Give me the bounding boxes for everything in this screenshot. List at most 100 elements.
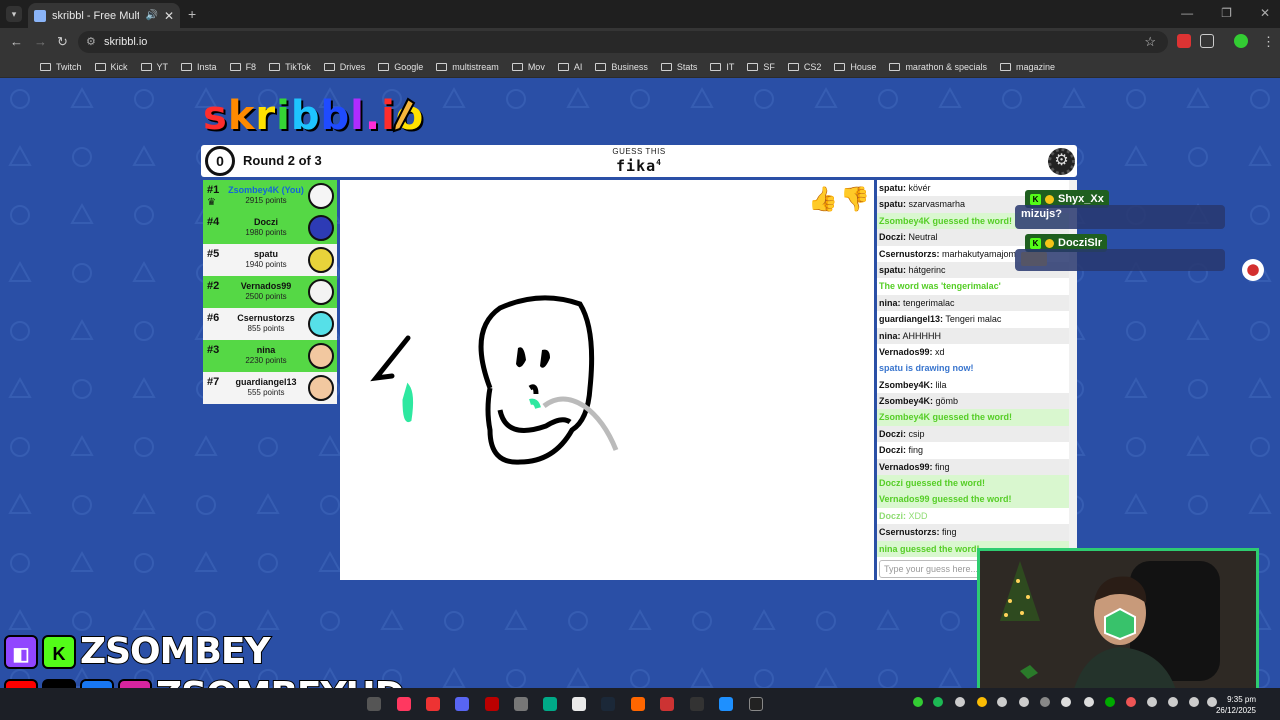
- taskbar-app-icon[interactable]: [514, 697, 528, 711]
- player-card[interactable]: #2 Vernados99 2500 points: [203, 276, 337, 308]
- bookmark-item[interactable]: TikTok: [269, 62, 311, 72]
- taskbar-app-icon[interactable]: [719, 697, 733, 711]
- tab-search-icon[interactable]: ▾: [6, 6, 22, 22]
- taskbar-app-icon[interactable]: [572, 697, 586, 711]
- back-icon[interactable]: ←: [10, 34, 23, 49]
- tray-icon[interactable]: [1084, 697, 1094, 707]
- taskbar-app-icon[interactable]: [426, 697, 440, 711]
- window-controls: — ❐ ✕: [1181, 6, 1270, 20]
- pdf-extension-icon[interactable]: ⬤: [1242, 259, 1264, 281]
- tray-icon[interactable]: [1147, 697, 1157, 707]
- bookmark-item[interactable]: multistream: [436, 62, 499, 72]
- player-avatar: [308, 247, 334, 273]
- minimize-icon[interactable]: —: [1181, 6, 1193, 20]
- chrome-menu-icon[interactable]: ⋮: [1262, 34, 1275, 50]
- bookmark-item[interactable]: Kick: [94, 62, 128, 72]
- doodle-shape: [628, 608, 652, 630]
- close-window-icon[interactable]: ✕: [1260, 6, 1270, 20]
- doodle-shape: [1002, 89, 1022, 109]
- player-card[interactable]: #3 nina 2230 points: [203, 340, 337, 372]
- bookmark-item[interactable]: Business: [595, 62, 648, 72]
- taskbar-app-icon[interactable]: [631, 697, 645, 711]
- epic-games-icon[interactable]: [749, 697, 763, 711]
- doodle-shape: [690, 666, 714, 688]
- bookmark-item[interactable]: magazine: [999, 62, 1055, 72]
- player-card[interactable]: #4 Doczi 1980 points: [203, 212, 337, 244]
- windows-taskbar: 9:35 pm 26/12/2025: [0, 688, 1280, 720]
- audio-icon[interactable]: 🔊: [145, 10, 157, 21]
- maximize-icon[interactable]: ❐: [1221, 6, 1232, 20]
- taskbar-app-icon[interactable]: [397, 697, 411, 711]
- folder-icon: [378, 62, 390, 71]
- tray-icon[interactable]: [1126, 697, 1136, 707]
- tray-icon[interactable]: [1105, 697, 1115, 707]
- bookmark-label: Mov: [527, 61, 545, 72]
- forward-icon[interactable]: →: [34, 34, 47, 49]
- tray-icon[interactable]: [1019, 697, 1029, 707]
- player-card[interactable]: #1 Zsombey4K (You) 2915 points ♛: [203, 180, 337, 212]
- player-rank: #1: [207, 184, 220, 196]
- doodle-shape: [938, 86, 962, 108]
- microphone-icon[interactable]: [1168, 697, 1178, 707]
- bookmark-item[interactable]: Insta: [181, 62, 217, 72]
- browser-tab[interactable]: skribbl - Free Multiplayer D 🔊 ✕: [28, 3, 180, 28]
- tray-icon[interactable]: [955, 697, 965, 707]
- taskbar-app-icon[interactable]: [367, 697, 381, 711]
- profile-avatar[interactable]: [1234, 34, 1248, 48]
- bookmark-item[interactable]: Stats: [660, 61, 698, 72]
- tray-icon[interactable]: [913, 697, 923, 707]
- bookmark-item[interactable]: Mov: [511, 61, 545, 72]
- chat-colon: :: [903, 232, 907, 243]
- drawing-canvas[interactable]: 👍 👎: [340, 180, 874, 580]
- site-info-icon[interactable]: ⚙: [86, 35, 96, 48]
- player-card[interactable]: #5 spatu 1940 points: [203, 244, 337, 276]
- chat-username: Zsombey4K: [879, 396, 931, 407]
- bookmark-item[interactable]: YT: [140, 61, 169, 72]
- close-tab-icon[interactable]: ✕: [164, 9, 174, 23]
- chrome-tray-icon[interactable]: [977, 697, 987, 707]
- new-tab-icon[interactable]: +: [188, 6, 196, 22]
- chat-colon: :: [903, 183, 907, 193]
- bookmark-item[interactable]: Drives: [323, 62, 365, 72]
- doodle-shape: [566, 666, 590, 688]
- steam-icon[interactable]: [601, 697, 615, 711]
- extensions-puzzle-icon[interactable]: [1200, 34, 1214, 48]
- chat-username: Zsombey4K: [879, 379, 931, 390]
- tray-icon[interactable]: [997, 697, 1007, 707]
- network-icon[interactable]: [1189, 697, 1199, 707]
- word-text: fika: [616, 157, 657, 175]
- bookmark-item[interactable]: IT: [710, 62, 734, 72]
- bookmark-label: Twitch: [56, 61, 82, 72]
- taskbar-app-icon[interactable]: [543, 697, 557, 711]
- doodle-shape: [70, 202, 94, 224]
- player-card[interactable]: #6 Csernustorzs 855 points: [203, 308, 337, 340]
- settings-gear-icon[interactable]: ⚙: [1048, 148, 1075, 175]
- address-bar[interactable]: ⚙ skribbl.io ☆: [78, 31, 1168, 53]
- game-header: 0 Round 2 of 3 GUESS THIS fika4 ⚙: [201, 145, 1077, 177]
- bookmark-item[interactable]: SF: [747, 62, 775, 72]
- bookmark-label: YT: [156, 61, 169, 72]
- bookmark-item[interactable]: House: [834, 62, 876, 72]
- bookmark-label: Stats: [676, 61, 698, 72]
- brave-icon[interactable]: [660, 697, 674, 711]
- logo-letter: b: [320, 93, 351, 139]
- bookmark-item[interactable]: F8: [229, 62, 256, 72]
- extension-icon[interactable]: [1177, 34, 1191, 48]
- stroke-head-outline: [478, 295, 595, 465]
- reload-icon[interactable]: ↻: [57, 34, 68, 50]
- discord-icon[interactable]: [455, 697, 469, 711]
- tray-icon[interactable]: [1040, 697, 1050, 707]
- taskbar-clock[interactable]: 9:35 pm 26/12/2025: [1216, 694, 1256, 716]
- obs-icon[interactable]: [690, 697, 704, 711]
- netflix-icon[interactable]: [485, 697, 499, 711]
- bookmark-star-icon[interactable]: ☆: [1144, 34, 1156, 50]
- tray-icon[interactable]: [1061, 697, 1071, 707]
- bookmark-item[interactable]: Twitch: [40, 62, 82, 72]
- player-card[interactable]: #7 guardiangel13 555 points: [203, 372, 337, 404]
- bookmark-item[interactable]: CS2: [787, 62, 821, 72]
- bookmark-item[interactable]: AI: [557, 62, 582, 72]
- spotify-tray-icon[interactable]: [933, 697, 943, 707]
- bookmark-item[interactable]: marathon & specials: [889, 62, 987, 72]
- chat-colon: :: [897, 330, 901, 341]
- bookmark-item[interactable]: Google: [378, 62, 423, 72]
